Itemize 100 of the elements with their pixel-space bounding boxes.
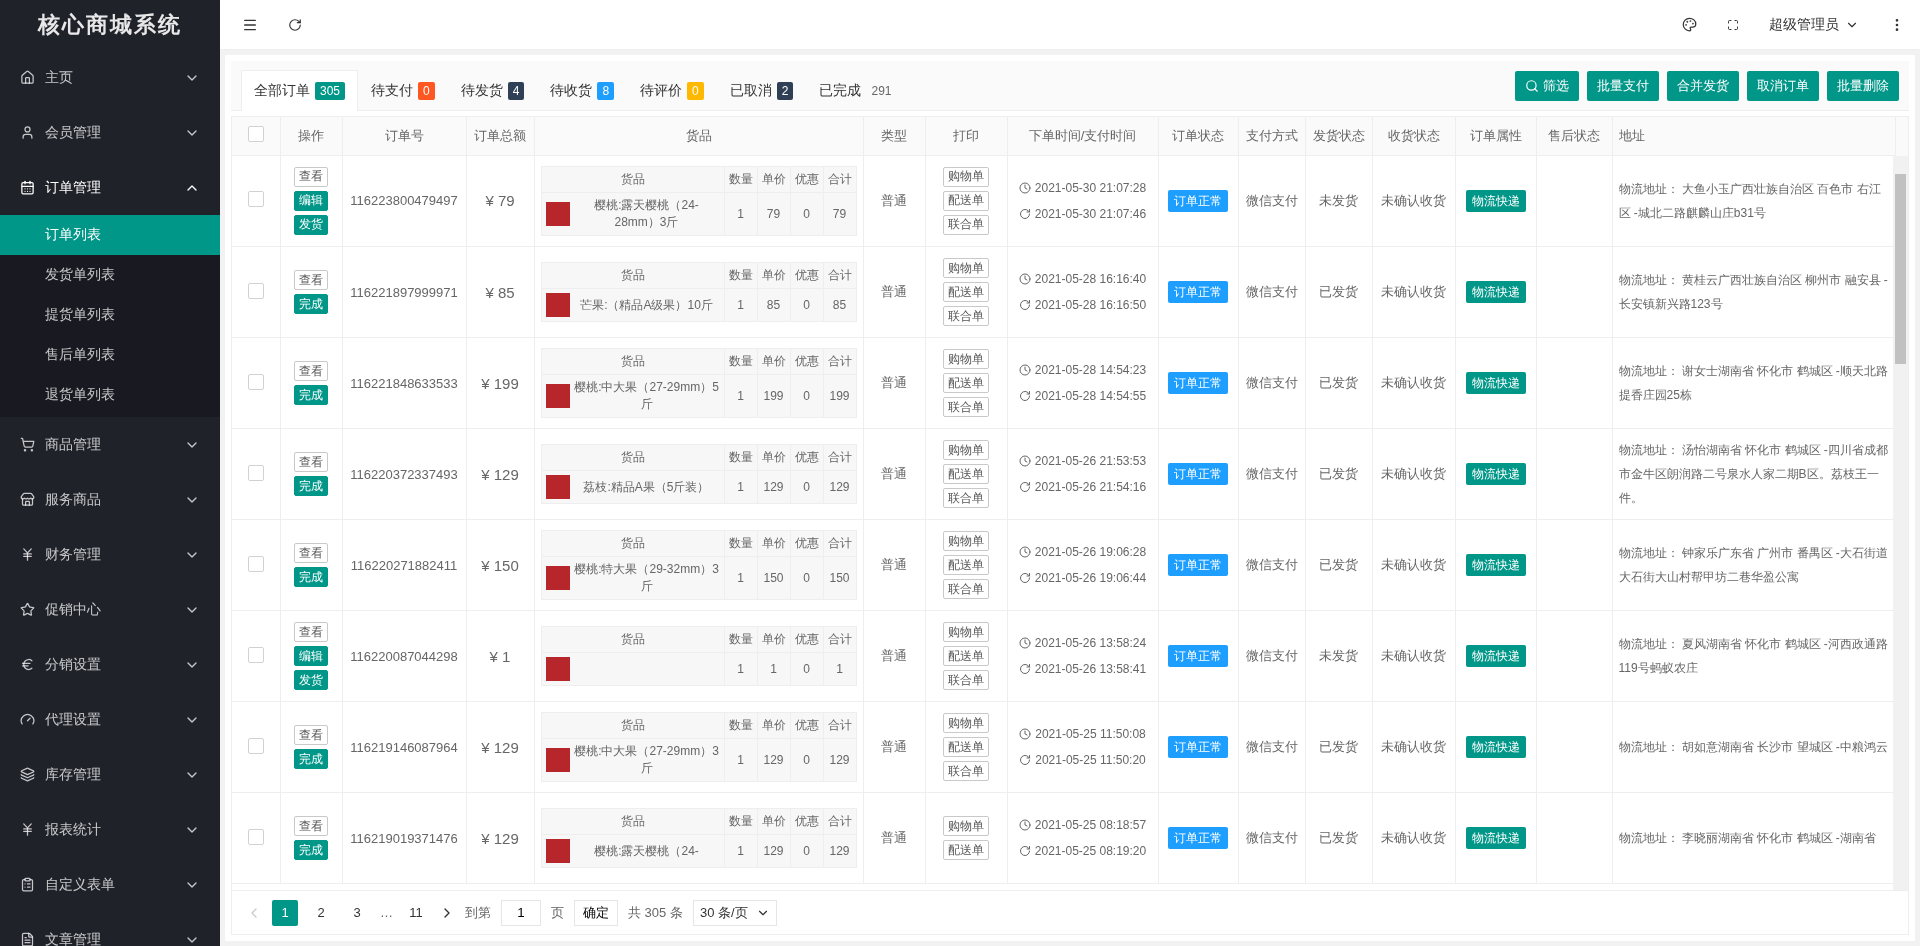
row-action-button[interactable]: 查看 (294, 816, 328, 836)
product-header-cell: 优惠 (790, 444, 823, 471)
print-button[interactable]: 购物单 (943, 713, 989, 733)
print-button[interactable]: 联合单 (943, 306, 989, 326)
submenu-item[interactable]: 售后单列表 (0, 335, 220, 375)
print-button[interactable]: 配送单 (943, 646, 989, 666)
page-button[interactable]: 11 (403, 899, 429, 926)
sidebar-item[interactable]: 促销中心 (0, 582, 220, 637)
checkbox[interactable] (247, 126, 264, 143)
print-button[interactable]: 配送单 (943, 464, 989, 484)
row-action-button[interactable]: 查看 (294, 452, 328, 472)
sidebar-item[interactable]: 订单管理 (0, 160, 220, 215)
checkbox[interactable] (247, 555, 264, 572)
pay-method: 微信支付 (1238, 337, 1305, 429)
confirm-button[interactable]: 确定 (574, 899, 618, 926)
print-button[interactable]: 购物单 (943, 440, 989, 460)
row-action-button[interactable]: 编辑 (294, 190, 328, 211)
print-button[interactable]: 购物单 (943, 816, 989, 836)
page-button[interactable]: 2 (308, 899, 334, 926)
submenu-item[interactable]: 提货单列表 (0, 295, 220, 335)
sidebar-item[interactable]: 文章管理 (0, 912, 220, 946)
tab[interactable]: 待发货 4 (447, 70, 538, 111)
checkbox[interactable] (247, 646, 264, 663)
print-button[interactable]: 配送单 (943, 555, 989, 575)
sidebar-item[interactable]: 代理设置 (0, 692, 220, 747)
print-button[interactable]: 配送单 (943, 840, 989, 860)
sidebar-item[interactable]: 自定义表单 (0, 857, 220, 912)
print-button[interactable]: 购物单 (943, 531, 989, 551)
page-button[interactable]: 1 (272, 899, 298, 926)
row-action-button[interactable]: 完成 (294, 749, 328, 769)
row-action-button[interactable]: 完成 (294, 294, 328, 314)
checkbox[interactable] (247, 737, 264, 754)
product-header-cell: 数量 (724, 808, 757, 835)
product-header-cell: 单价 (757, 808, 790, 835)
print-button[interactable]: 配送单 (943, 282, 989, 302)
page-input[interactable]: 1 (501, 899, 541, 926)
print-button[interactable]: 购物单 (943, 349, 989, 369)
print-button[interactable]: 联合单 (943, 397, 989, 417)
tab[interactable]: 待评价 0 (627, 70, 717, 111)
user-menu[interactable]: 超级管理员 (1769, 15, 1859, 34)
tab[interactable]: 已取消 2 (716, 70, 807, 111)
sidebar-item[interactable]: 服务商品 (0, 472, 220, 527)
print-button[interactable]: 联合单 (943, 579, 989, 599)
scrollbar[interactable] (1893, 155, 1908, 890)
action-button[interactable]: 合并发货 (1667, 70, 1739, 101)
sidebar-item[interactable]: 会员管理 (0, 105, 220, 160)
refresh-icon (1018, 390, 1031, 402)
order-time: 2021-05-26 19:06:28 (1034, 544, 1147, 561)
tab[interactable]: 待支付 0 (358, 70, 448, 111)
sidebar-item[interactable]: 分销设置 (0, 637, 220, 692)
sidebar-item[interactable]: 库存管理 (0, 747, 220, 802)
tab[interactable]: 待收货 8 (537, 70, 628, 111)
print-button[interactable]: 联合单 (943, 214, 989, 235)
submenu-item[interactable]: 发货单列表 (0, 255, 220, 295)
checkbox[interactable] (247, 191, 264, 208)
checkbox[interactable] (247, 373, 264, 390)
fullscreen-icon[interactable] (1727, 18, 1739, 31)
action-button[interactable]: 取消订单 (1747, 70, 1819, 101)
tab[interactable]: 已完成 291 (806, 70, 910, 111)
print-button[interactable]: 购物单 (943, 166, 989, 187)
print-button[interactable]: 购物单 (943, 258, 989, 278)
product-cell: 79 (757, 192, 790, 236)
print-button[interactable]: 联合单 (943, 488, 989, 508)
print-button[interactable]: 购物单 (943, 622, 989, 642)
palette-icon[interactable] (1682, 17, 1697, 32)
row-action-button[interactable]: 发货 (294, 670, 328, 690)
checkbox[interactable] (247, 828, 264, 845)
checkbox[interactable] (247, 464, 264, 481)
sidebar-item[interactable]: 商品管理 (0, 417, 220, 472)
yen-icon (20, 547, 35, 562)
row-action-button[interactable]: 查看 (294, 166, 328, 187)
sidebar-item[interactable]: 主页 (0, 50, 220, 105)
row-action-button[interactable]: 查看 (294, 622, 328, 642)
checkbox[interactable] (247, 282, 264, 299)
row-action-button[interactable]: 完成 (294, 567, 328, 587)
row-action-button[interactable]: 查看 (294, 543, 328, 563)
action-button[interactable]: 筛选 (1515, 70, 1579, 101)
submenu-item[interactable]: 退货单列表 (0, 375, 220, 415)
sidebar-item[interactable]: 财务管理 (0, 527, 220, 582)
print-button[interactable]: 联合单 (943, 670, 989, 690)
row-action-button[interactable]: 编辑 (294, 646, 328, 666)
refresh-icon[interactable] (288, 17, 302, 32)
row-action-button[interactable]: 发货 (294, 214, 328, 235)
row-action-button[interactable]: 查看 (294, 270, 328, 290)
page-button[interactable]: 3 (344, 899, 370, 926)
action-button[interactable]: 批量删除 (1827, 70, 1899, 101)
row-action-button[interactable]: 完成 (294, 476, 328, 496)
row-action-button[interactable]: 查看 (294, 725, 328, 745)
print-button[interactable]: 配送单 (943, 373, 989, 393)
action-button[interactable]: 批量支付 (1587, 70, 1659, 101)
tab[interactable]: 全部订单 305 (241, 70, 359, 111)
submenu-item[interactable]: 订单列表 (0, 215, 220, 255)
print-button[interactable]: 配送单 (943, 190, 989, 211)
print-button[interactable]: 联合单 (943, 761, 989, 781)
page-size-select[interactable]: 30 条/页 (692, 899, 777, 926)
row-action-button[interactable]: 完成 (294, 385, 328, 405)
sidebar-item[interactable]: 报表统计 (0, 802, 220, 857)
print-button[interactable]: 配送单 (943, 737, 989, 757)
row-action-button[interactable]: 查看 (294, 361, 328, 381)
row-action-button[interactable]: 完成 (294, 840, 328, 860)
